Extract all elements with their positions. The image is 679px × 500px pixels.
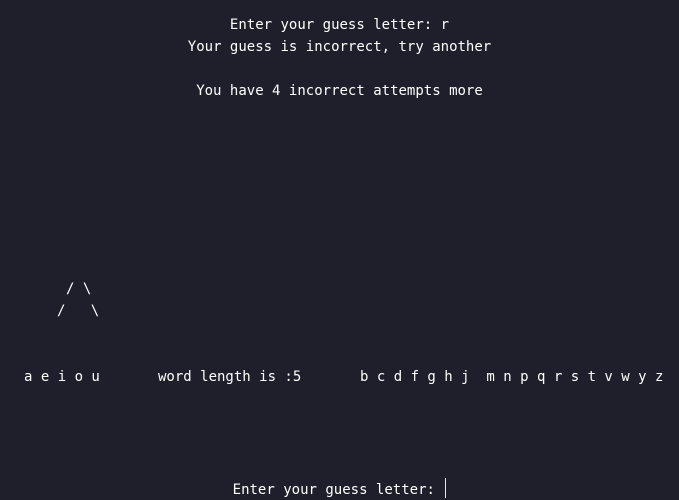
vowels-list: a e i o u (24, 369, 100, 385)
hangman-legs-bottom: / \ (57, 303, 100, 319)
terminal-screen: Enter your guess letter: r Your guess is… (0, 0, 679, 500)
guess-feedback: Your guess is incorrect, try another (187, 39, 492, 55)
consonants-list: b c d f g h j m n p q r s t v w y z (360, 369, 664, 385)
previous-prompt-line: Enter your guess letter: r (229, 17, 450, 33)
attempts-remaining: You have 4 incorrect attempts more (196, 83, 483, 99)
word-length-label: word length is :5 (158, 369, 302, 385)
hangman-legs-top: / \ (66, 281, 92, 297)
input-prompt-label: Enter your guess letter: (232, 482, 444, 498)
text-cursor (445, 478, 447, 498)
input-line[interactable]: Enter your guess letter: (0, 478, 679, 499)
